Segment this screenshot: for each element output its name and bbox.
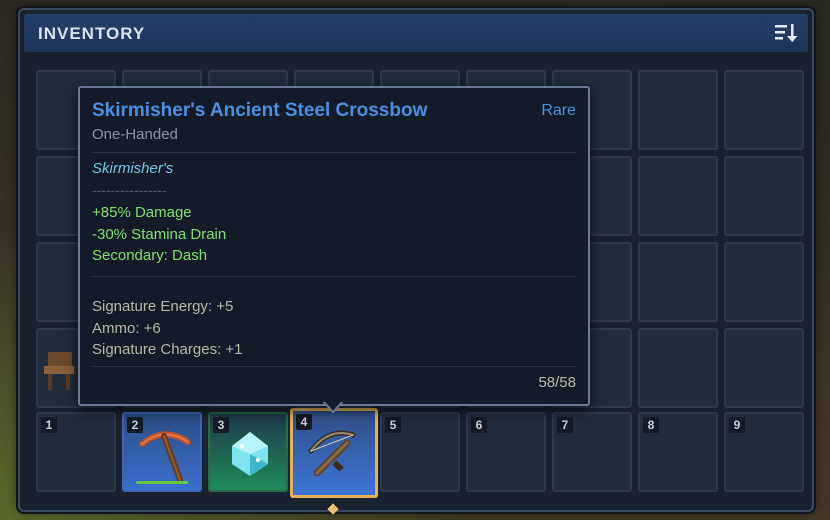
tooltip-divider	[92, 152, 576, 153]
inventory-slot[interactable]	[724, 242, 804, 322]
hotbar-slot-5[interactable]: 5	[380, 412, 460, 492]
hotbar-slot-1[interactable]: 1	[36, 412, 116, 492]
hotbar-slot-3[interactable]: 3	[208, 412, 288, 492]
prefix-separator: ----------------	[92, 182, 167, 198]
stat-ammo: Ammo: +6	[92, 320, 161, 337]
pickaxe-icon	[139, 431, 191, 483]
hotbar-slot-number: 5	[385, 417, 401, 433]
tooltip-divider	[92, 366, 576, 367]
inventory-slot[interactable]	[724, 70, 804, 150]
item-prefix: Skirmisher's	[92, 160, 174, 177]
hotbar-slot-number: 8	[643, 417, 659, 433]
inventory-slot[interactable]	[638, 70, 718, 150]
hotbar-slot-number: 1	[41, 417, 57, 433]
crystal-icon	[232, 432, 268, 476]
item-type: One-Handed	[92, 126, 178, 143]
durability-bar	[136, 481, 188, 484]
inventory-header: INVENTORY	[24, 14, 808, 52]
bonus-damage: +85% Damage	[92, 204, 192, 221]
hotbar-slot-number: 9	[729, 417, 745, 433]
hotbar-slot-4[interactable]: 4	[290, 408, 378, 498]
crossbow-icon	[308, 430, 356, 477]
hotbar-slot-number: 7	[557, 417, 573, 433]
item-rarity: Rare	[541, 102, 576, 119]
sort-icon[interactable]	[774, 22, 798, 44]
tooltip-divider	[92, 276, 576, 277]
inventory-slot[interactable]	[724, 328, 804, 408]
item-name: Skirmisher's Ancient Steel Crossbow	[92, 100, 428, 121]
hotbar-slot-6[interactable]: 6	[466, 412, 546, 492]
tooltip-pointer	[322, 400, 344, 414]
hotbar-slot-8[interactable]: 8	[638, 412, 718, 492]
stat-signature-energy: Signature Energy: +5	[92, 298, 234, 315]
bonus-secondary: Secondary: Dash	[92, 247, 208, 264]
stat-signature-charges: Signature Charges: +1	[92, 341, 243, 358]
hotbar-slot-9[interactable]: 9	[724, 412, 804, 492]
hotbar-slot-number: 6	[471, 417, 487, 433]
inventory-slot[interactable]	[638, 242, 718, 322]
item-charges: 58/58	[538, 374, 576, 391]
hotbar-slot-7[interactable]: 7	[552, 412, 632, 492]
inventory-slot[interactable]	[638, 328, 718, 408]
inventory-title: INVENTORY	[38, 24, 146, 43]
hotbar-slot-2[interactable]: 2	[122, 412, 202, 492]
bonus-stamina: -30% Stamina Drain	[92, 226, 227, 243]
workbench-item-icon	[44, 352, 74, 390]
inventory-slot[interactable]	[724, 156, 804, 236]
inventory-slot[interactable]	[638, 156, 718, 236]
item-tooltip: Skirmisher's Ancient Steel Crossbow Rare…	[78, 86, 590, 406]
